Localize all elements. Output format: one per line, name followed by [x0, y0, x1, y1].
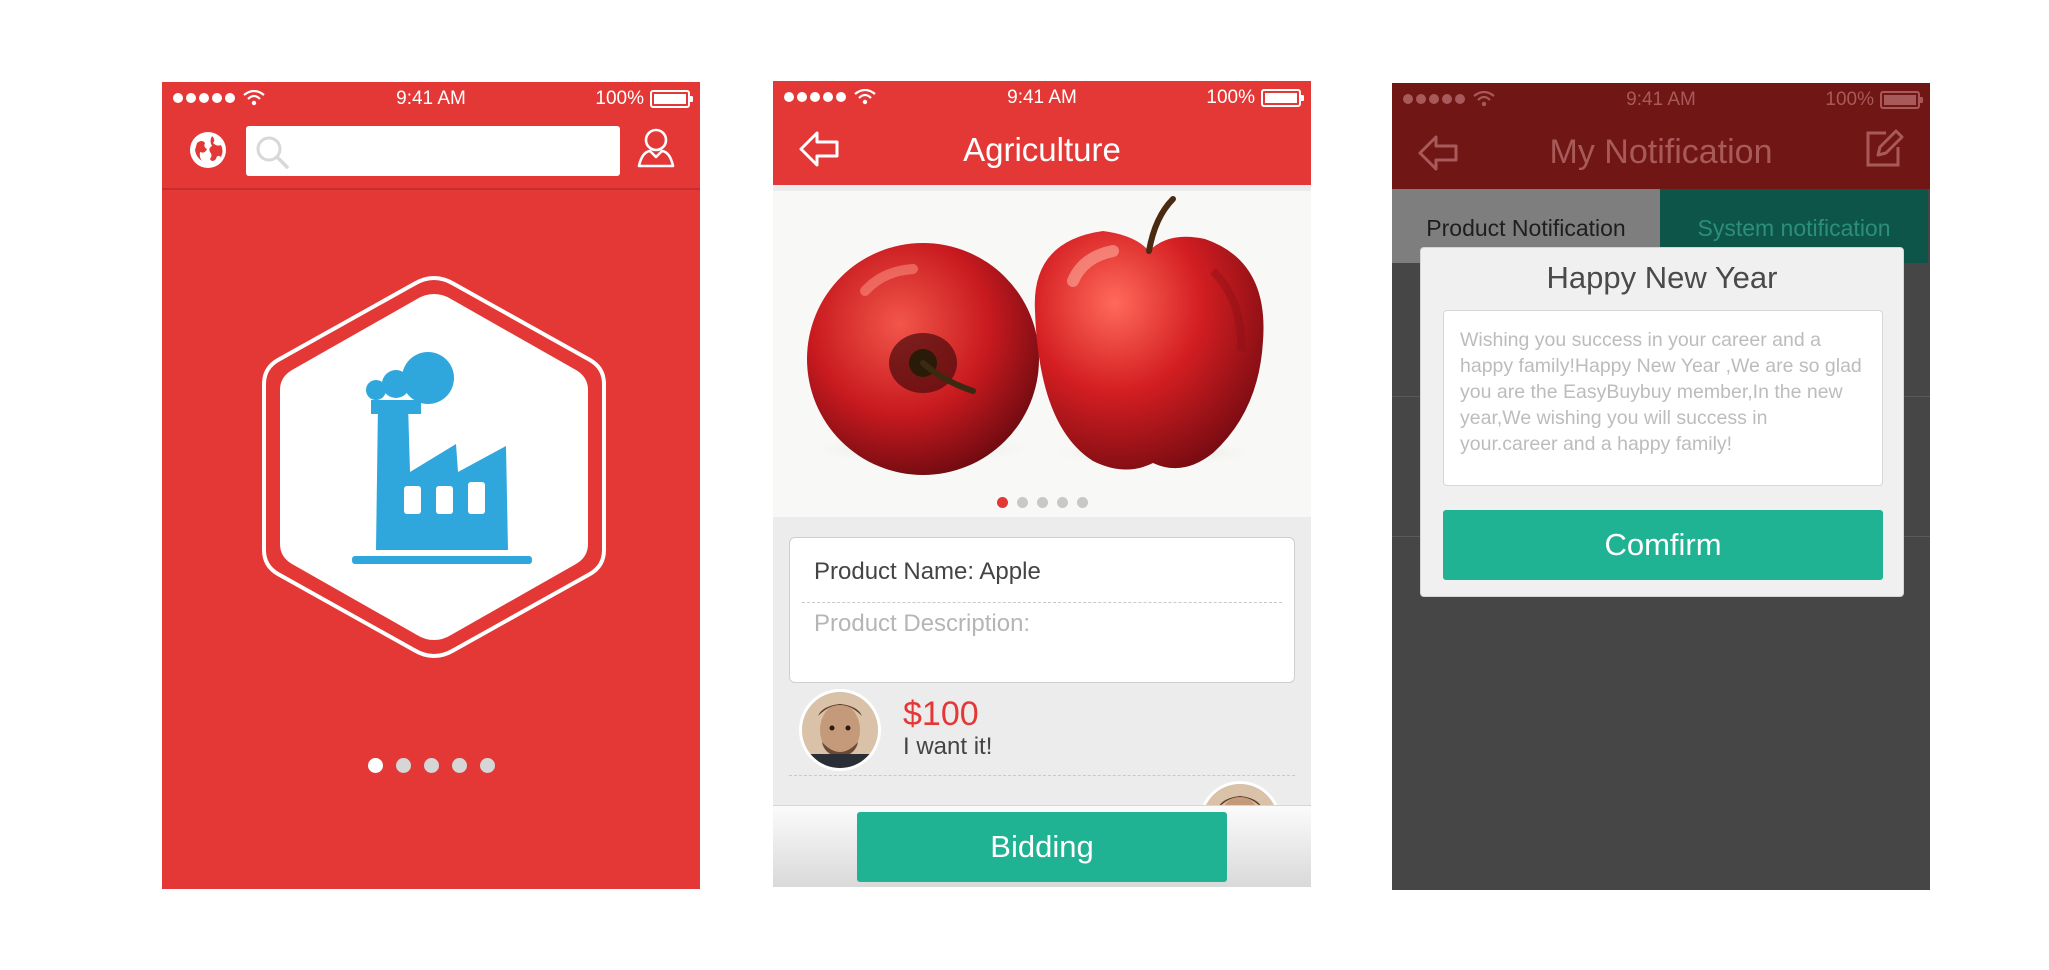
battery-percent: 100%	[595, 88, 644, 109]
product-name: Product Name: Apple	[814, 558, 1041, 585]
product-info-card: Product Name: Apple Product Description:	[789, 537, 1295, 683]
edit-icon[interactable]	[1864, 129, 1904, 169]
product-detail-screen: 9:41 AM 100% Agriculture Product Name: A…	[773, 81, 1311, 887]
image-dot[interactable]	[1016, 497, 1028, 508]
page-title: Agriculture	[963, 131, 1121, 168]
status-bar: 9:41 AM 100%	[773, 81, 1311, 115]
apple-image	[803, 196, 1264, 475]
bottom-action-bar: Bidding	[773, 805, 1311, 887]
page-dot[interactable]	[395, 758, 411, 773]
divider	[789, 775, 1295, 776]
confirm-button[interactable]: Comfirm	[1443, 510, 1883, 580]
page-dot-active[interactable]	[367, 758, 383, 773]
divider	[802, 602, 1282, 603]
nav-bar: Agriculture	[773, 115, 1311, 185]
page-indicator[interactable]	[162, 758, 700, 773]
page-dot[interactable]	[423, 758, 439, 773]
product-description: Product Description:	[814, 610, 1031, 637]
search-input[interactable]	[246, 126, 620, 176]
image-dot-active[interactable]	[996, 497, 1008, 508]
dialog-title: Happy New Year	[1546, 260, 1778, 295]
factory-badge	[262, 275, 606, 659]
user-icon[interactable]	[636, 126, 676, 170]
product-image-carousel[interactable]	[773, 191, 1311, 517]
battery-percent: 100%	[1825, 89, 1874, 110]
image-dot[interactable]	[1056, 497, 1068, 508]
battery-icon	[650, 90, 693, 108]
dialog-message: Wishing you success in your career and a…	[1443, 310, 1883, 486]
splash-screen: 9:41 AM 100%	[162, 82, 700, 889]
battery-icon	[1880, 91, 1923, 109]
battery-icon	[1261, 89, 1304, 107]
top-bar	[162, 116, 700, 190]
image-dot[interactable]	[1036, 497, 1048, 508]
notification-screen: 9:41 AM 100% My Notification Product Not…	[1392, 83, 1930, 890]
battery-percent: 100%	[1206, 87, 1255, 108]
image-dot[interactable]	[1076, 497, 1088, 508]
globe-icon[interactable]	[188, 130, 228, 170]
bidding-button[interactable]: Bidding	[857, 812, 1227, 882]
status-bar: 9:41 AM 100%	[162, 82, 700, 116]
notification-dialog: Happy New Year Wishing you success in yo…	[1420, 247, 1904, 597]
page-dot[interactable]	[479, 758, 495, 773]
image-page-indicator[interactable]	[773, 497, 1311, 508]
page-dot[interactable]	[451, 758, 467, 773]
nav-bar: My Notification	[1392, 117, 1930, 189]
bid-price: $100	[903, 695, 979, 733]
search-icon	[256, 136, 289, 169]
bid-message: I want it!	[903, 733, 993, 760]
avatar[interactable]	[799, 689, 881, 771]
status-bar: 9:41 AM 100%	[1392, 83, 1930, 117]
page-title: My Notification	[1549, 133, 1773, 171]
